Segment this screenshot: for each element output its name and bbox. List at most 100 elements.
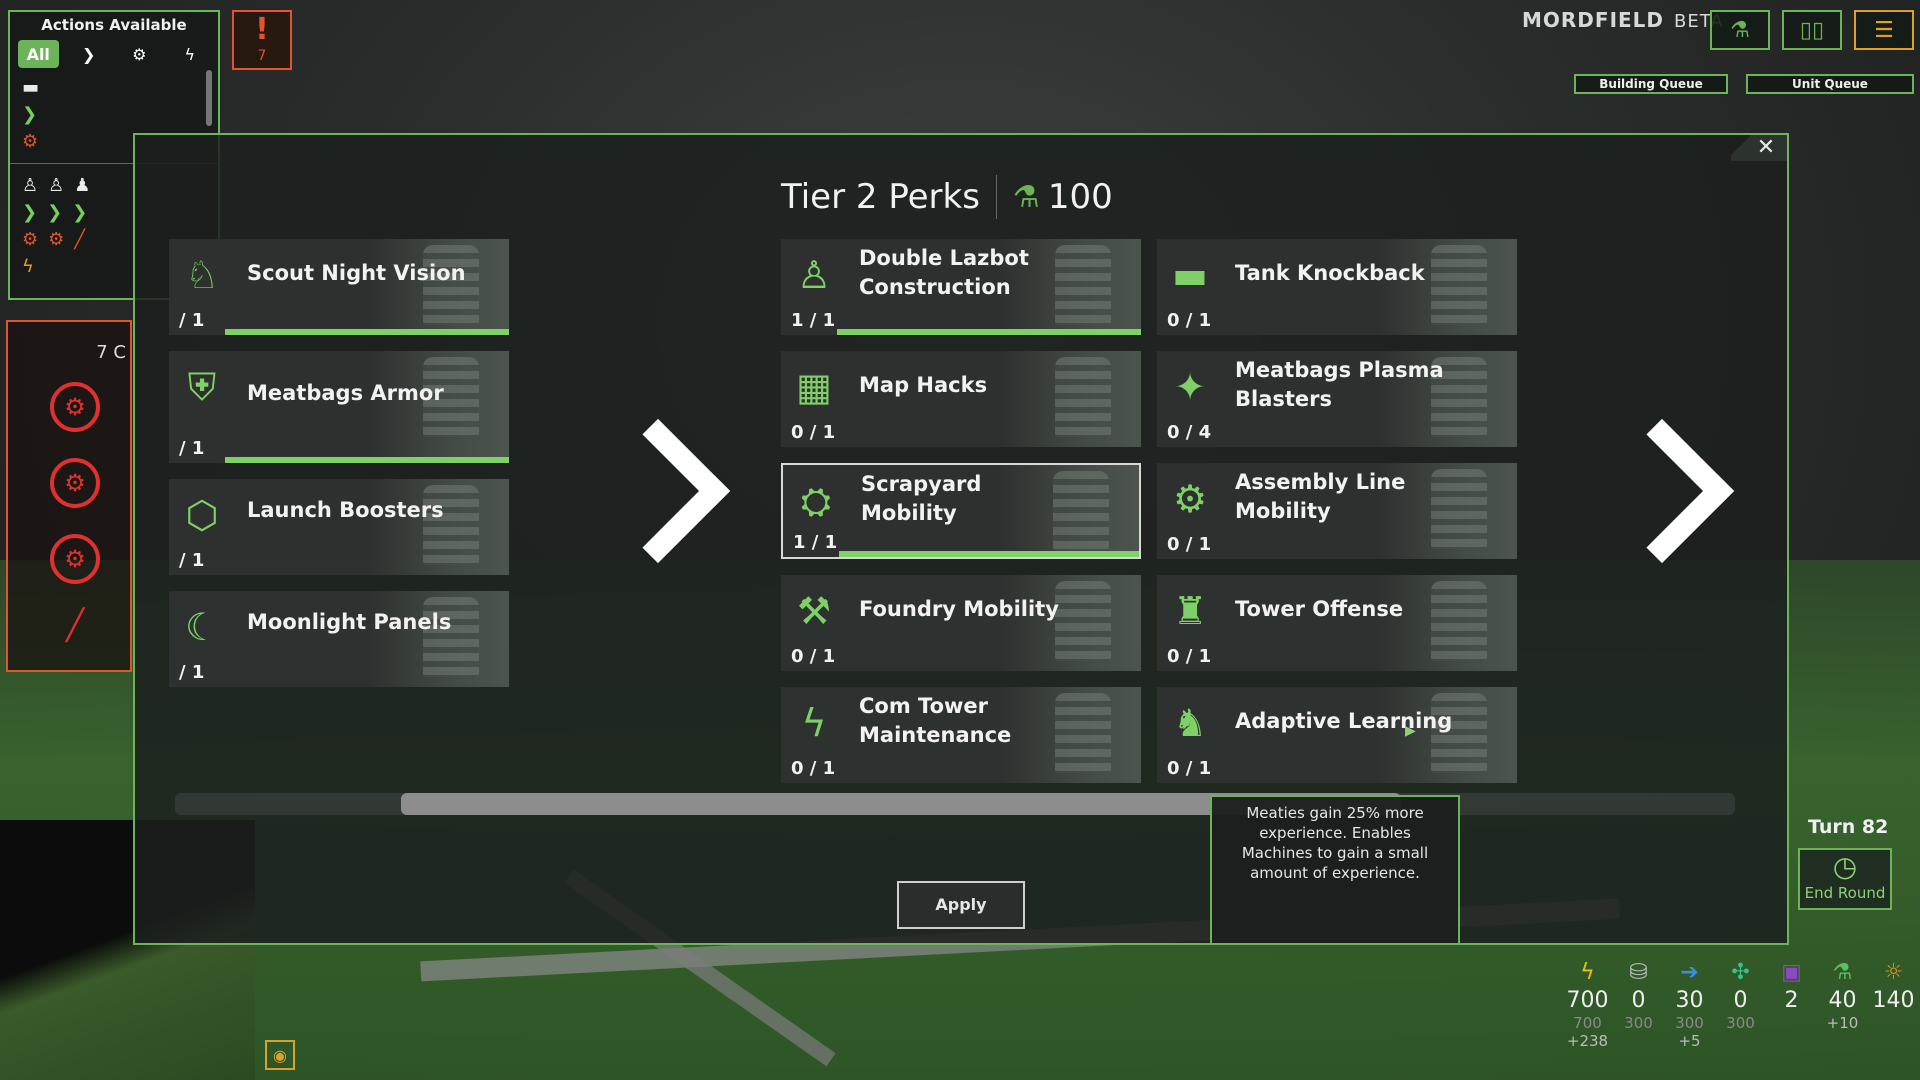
- unit-queue-button[interactable]: Unit Queue: [1746, 74, 1914, 94]
- com-tower-icon: ϟ: [801, 701, 827, 745]
- perk-card-moonlight-panels[interactable]: ☾ Moonlight Panels / 1: [169, 591, 509, 687]
- actions-panel-title: Actions Available: [41, 16, 187, 34]
- perk-progress: [837, 329, 1141, 335]
- clock-icon: ◷: [1832, 850, 1858, 883]
- cursor-icon: ▶: [1405, 723, 1416, 739]
- perk-card-map-hacks[interactable]: ▦ Map Hacks 0 / 1: [781, 351, 1141, 447]
- resource-bar: ϟ 700 700 +238 ⛁ 0 300 ➔ 30 300 +5 ✣ 0 3…: [1562, 958, 1919, 1050]
- book-icon: ▯▯: [1799, 17, 1825, 43]
- chevron-right-icon: ❯: [72, 202, 88, 223]
- resource-max: 300: [1675, 1014, 1704, 1032]
- soldier-icon: ♙: [22, 175, 39, 196]
- unit-gear-icon[interactable]: ⚙: [50, 534, 100, 584]
- apply-button[interactable]: Apply: [897, 881, 1025, 929]
- perk-name: Scout Night Vision: [247, 260, 466, 285]
- filter-all-button[interactable]: All: [18, 40, 59, 68]
- soldier-icon: ♙: [48, 175, 65, 196]
- resource-sun: ☼ 140: [1868, 958, 1919, 1050]
- filter-move-button[interactable]: ❯: [69, 40, 110, 68]
- alert-count: 7: [257, 48, 267, 64]
- research-button[interactable]: ⚗: [1710, 10, 1770, 50]
- tank-icon: ▬: [1172, 253, 1208, 297]
- unit-gear-icon[interactable]: ⚙: [50, 382, 100, 432]
- unit-panel: 7 C ⚙ ⚙ ⚙ ╱: [6, 320, 132, 672]
- perk-card-launch-boosters[interactable]: ⬡ Launch Boosters / 1: [169, 479, 509, 575]
- sword-icon[interactable]: ╱: [66, 608, 84, 643]
- perk-name: Tower Offense: [1235, 596, 1404, 621]
- plasma-icon: ➔: [1680, 960, 1699, 985]
- perk-card-scout-night-vision[interactable]: ♘ Scout Night Vision / 1: [169, 239, 509, 335]
- perk-card-foundry-mobility[interactable]: ⚒ Foundry Mobility 0 / 1: [781, 575, 1141, 671]
- menu-button[interactable]: ☰: [1854, 10, 1914, 50]
- perk-name: Scrapyard Mobility: [861, 472, 982, 525]
- resource-molecule: ✣ 0 300: [1715, 958, 1766, 1050]
- perk-name: Moonlight Panels: [247, 609, 452, 634]
- close-button[interactable]: ✕: [1731, 135, 1787, 161]
- perk-progress-fill: [839, 551, 1139, 557]
- perk-count: 0 / 1: [791, 758, 836, 779]
- end-round-label: End Round: [1804, 884, 1886, 902]
- alert-icon: !: [255, 12, 269, 47]
- foundry-icon: ⚒: [796, 589, 832, 633]
- knight-icon: ♞: [1172, 701, 1208, 745]
- perk-progress: [225, 329, 509, 335]
- perk-card-assembly-line-mobility[interactable]: ⚙ Assembly Line Mobility 0 / 1: [1157, 463, 1517, 559]
- resource-value: 0: [1733, 988, 1748, 1013]
- resource-research: ⚗ 40 +10: [1817, 958, 1868, 1050]
- perk-card-meatbags-armor[interactable]: ⛨ Meatbags Armor / 1: [169, 351, 509, 463]
- perk-count: 0 / 1: [791, 422, 836, 443]
- alert-button[interactable]: ! 7: [232, 10, 292, 70]
- resource-energy: ϟ 700 700 +238: [1562, 958, 1613, 1050]
- perk-card-tank-knockback[interactable]: ▬ Tank Knockback 0 / 1: [1157, 239, 1517, 335]
- perk-count: 0 / 1: [1167, 310, 1212, 331]
- perk-name: Tank Knockback: [1235, 260, 1425, 285]
- resource-value: 40: [1828, 988, 1857, 1013]
- resource-delta: +5: [1678, 1032, 1701, 1050]
- perk-card-tower-offense[interactable]: ♜ Tower Offense 0 / 1: [1157, 575, 1517, 671]
- building-queue-button[interactable]: Building Queue: [1574, 74, 1728, 94]
- siren-icon[interactable]: ◉: [265, 1040, 295, 1070]
- perk-count: / 1: [179, 310, 205, 331]
- resource-delta: +10: [1826, 1014, 1859, 1032]
- chevron-right-icon: ❯: [22, 202, 38, 223]
- chevron-right-icon: ❯: [47, 202, 63, 223]
- gear-icon: ⚙: [132, 44, 147, 64]
- codex-button[interactable]: ▯▯: [1782, 10, 1842, 50]
- gear-icon: ⚙: [22, 229, 39, 250]
- end-round-button[interactable]: ◷ End Round: [1798, 848, 1892, 910]
- moon-icon: ☾: [184, 605, 220, 649]
- unit-gear-icon[interactable]: ⚙: [50, 458, 100, 508]
- perk-count: 0 / 1: [791, 646, 836, 667]
- perk-count: / 1: [179, 662, 205, 683]
- resource-plasma: ➔ 30 300 +5: [1664, 958, 1715, 1050]
- resource-value: 2: [1784, 988, 1799, 1013]
- filter-build-button[interactable]: ⚙: [119, 40, 160, 68]
- actions-scrollbar[interactable]: [206, 70, 212, 126]
- action-row[interactable]: ❯: [10, 101, 218, 128]
- tier-title: Tier 2 Perks: [781, 177, 980, 217]
- booster-icon: ⬡: [185, 493, 219, 537]
- perk-card-com-tower-maintenance[interactable]: ϟ Com Tower Maintenance 0 / 1: [781, 687, 1141, 783]
- perk-count: 0 / 4: [1167, 422, 1212, 443]
- scout-icon: ♘: [184, 253, 220, 297]
- perk-name: Com Tower Maintenance: [859, 694, 1012, 747]
- perk-count: 0 / 1: [1167, 646, 1212, 667]
- chevron-right-icon: [585, 418, 731, 564]
- perk-count: / 1: [179, 550, 205, 571]
- perk-card-adaptive-learning[interactable]: ♞ Adaptive Learning 0 / 1 ▶: [1157, 687, 1517, 783]
- perk-progress: [225, 457, 509, 463]
- perk-card-meatbags-plasma-blasters[interactable]: ✦ Meatbags Plasma Blasters 0 / 4: [1157, 351, 1517, 447]
- resource-max: 700: [1573, 1014, 1602, 1032]
- title-divider: [995, 175, 997, 219]
- perk-count: 1 / 1: [793, 532, 838, 553]
- filter-ability-button[interactable]: ϟ: [170, 40, 211, 68]
- perk-card-scrapyard-mobility[interactable]: ⛭ Scrapyard Mobility 1 / 1: [781, 463, 1141, 559]
- armor-icon: ⛨: [187, 364, 217, 409]
- perk-card-double-lazbot[interactable]: ♙ Double Lazbot Construction 1 / 1: [781, 239, 1141, 335]
- resource-max: 300: [1624, 1014, 1653, 1032]
- logo-text: MORDFIELD: [1522, 8, 1665, 32]
- tank-icon: ▬: [22, 77, 40, 98]
- actions-filter-row: All ❯ ⚙ ϟ: [10, 34, 218, 74]
- action-row[interactable]: ▬: [10, 74, 218, 101]
- menu-icon: ☰: [1874, 17, 1894, 43]
